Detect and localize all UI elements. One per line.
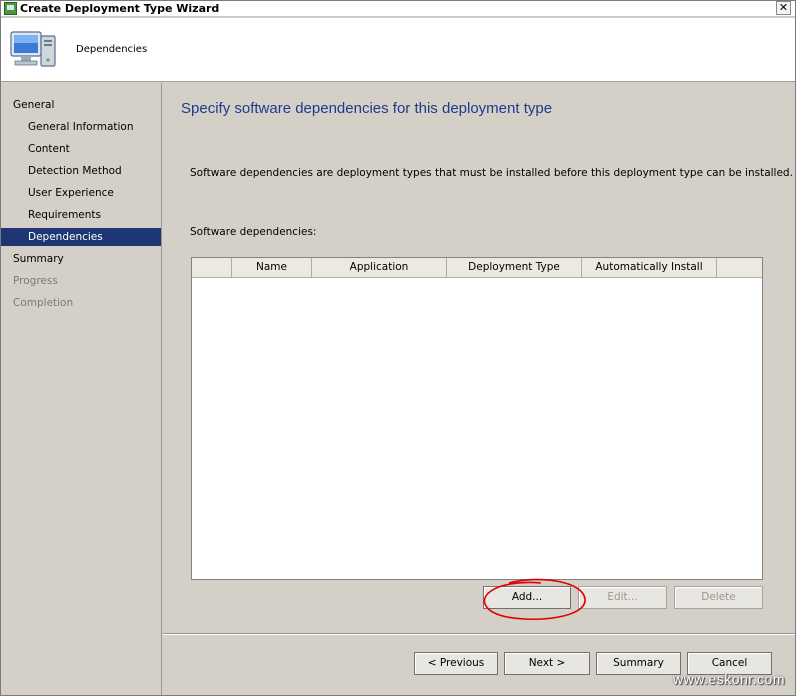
column-header-select[interactable]: [192, 258, 232, 278]
nav-item-dependencies[interactable]: Dependencies: [1, 228, 161, 246]
column-header-deployment-type[interactable]: Deployment Type: [447, 258, 582, 278]
page-description: Software dependencies are deployment typ…: [190, 167, 793, 179]
wizard-header: Dependencies: [1, 18, 795, 82]
column-header-automatically-install[interactable]: Automatically Install: [582, 258, 717, 278]
nav-item-summary[interactable]: Summary: [1, 250, 161, 268]
wizard-window: Create Deployment Type Wizard ✕ Dependen…: [0, 0, 796, 696]
page-heading: Specify software dependencies for this d…: [181, 100, 553, 117]
nav-item-content[interactable]: Content: [1, 140, 161, 158]
edit-button: Edit...: [578, 586, 667, 609]
add-button[interactable]: Add...: [483, 586, 571, 609]
nav-item-progress: Progress: [13, 275, 58, 287]
delete-button: Delete: [674, 586, 763, 609]
nav-item-general-information[interactable]: General Information: [1, 118, 161, 136]
wizard-nav: General General Information Content Dete…: [1, 83, 162, 695]
wizard-app-icon: [4, 2, 17, 15]
header-title: Dependencies: [76, 44, 148, 55]
table-header: Name Application Deployment Type Automat…: [192, 258, 762, 278]
column-header-application[interactable]: Application: [312, 258, 447, 278]
next-button[interactable]: Next >: [504, 652, 590, 675]
dependencies-table[interactable]: Name Application Deployment Type Automat…: [191, 257, 763, 580]
window-title: Create Deployment Type Wizard: [20, 2, 220, 15]
close-button[interactable]: ✕: [776, 1, 791, 15]
column-header-name[interactable]: Name: [232, 258, 312, 278]
nav-item-detection-method[interactable]: Detection Method: [1, 162, 161, 180]
column-header-filler: [717, 258, 762, 278]
nav-item-completion: Completion: [13, 297, 74, 309]
dependencies-label: Software dependencies:: [190, 226, 317, 238]
previous-button[interactable]: < Previous: [414, 652, 498, 675]
nav-item-requirements[interactable]: Requirements: [1, 206, 161, 224]
footer-divider: [163, 633, 795, 635]
nav-item-user-experience[interactable]: User Experience: [1, 184, 161, 202]
summary-button[interactable]: Summary: [596, 652, 681, 675]
computer-icon: [10, 31, 56, 67]
title-bar: Create Deployment Type Wizard ✕: [1, 1, 795, 17]
nav-item-general[interactable]: General: [1, 96, 161, 114]
main-panel: Specify software dependencies for this d…: [163, 83, 795, 633]
watermark-text: www.eskonr.com: [672, 671, 785, 687]
